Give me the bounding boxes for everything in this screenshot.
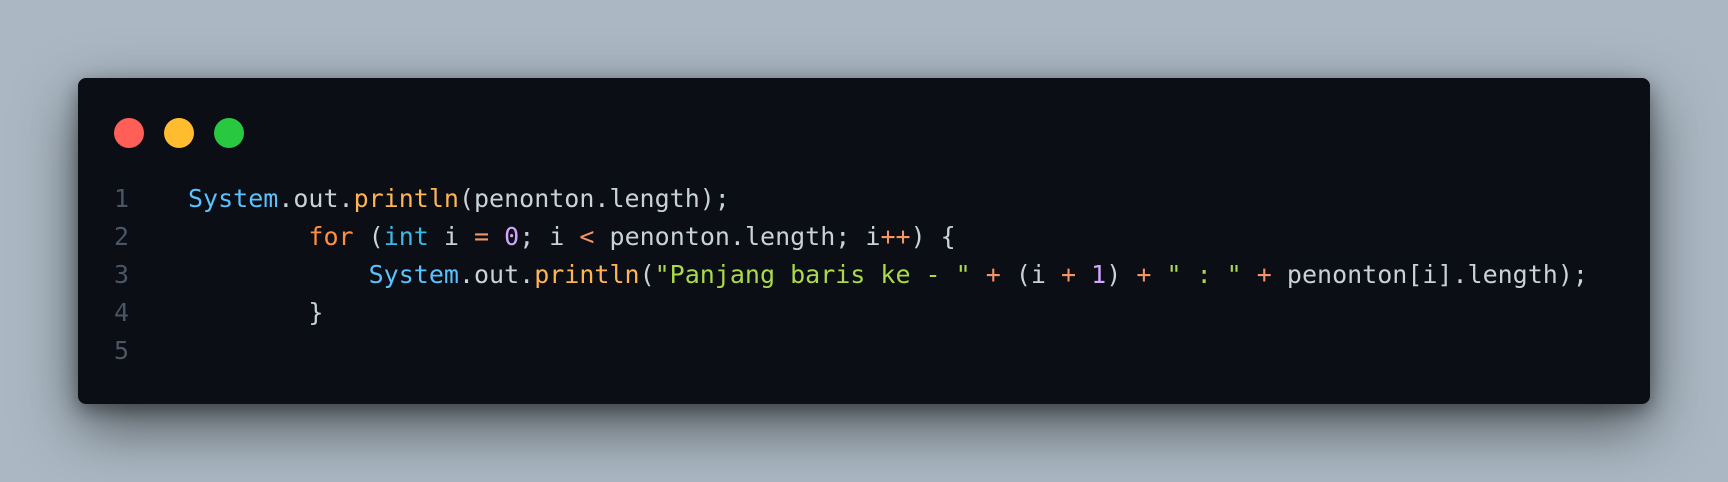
minimize-dot-icon[interactable] — [164, 118, 194, 148]
code-token: .out. — [458, 260, 535, 289]
line-number: 5 — [114, 336, 130, 365]
code-token: = — [474, 222, 490, 251]
line-code: System.out.println("Panjang baris ke - "… — [188, 256, 1588, 294]
code-token: + — [985, 260, 1001, 289]
code-line: 3 System.out.println("Panjang baris ke -… — [78, 256, 1650, 294]
code-line: 5 — [78, 332, 1650, 370]
code-token: ) — [1106, 260, 1137, 289]
code-token: ) { — [910, 222, 956, 251]
line-code: for (int i = 0; i < penonton.length; i++… — [188, 218, 956, 256]
code-token: i — [428, 222, 474, 251]
window-controls — [114, 118, 244, 148]
code-token: System — [368, 260, 459, 289]
code-token: (i — [1000, 260, 1062, 289]
code-token: 0 — [504, 222, 520, 251]
line-number: 1 — [114, 184, 130, 213]
code-token: .out. — [278, 184, 354, 213]
code-token: System — [188, 184, 279, 213]
code-token: "Panjang baris ke - " — [654, 260, 971, 289]
code-token: + — [1061, 260, 1077, 289]
code-token: penonton.length; i — [594, 222, 881, 251]
code-token: for — [308, 222, 354, 251]
maximize-dot-icon[interactable] — [214, 118, 244, 148]
code-token: ( — [639, 260, 655, 289]
code-token: println — [353, 184, 459, 213]
code-window: 1 System.out.println(penonton.length); 2 f… — [78, 78, 1650, 404]
code-token: 1 — [1091, 260, 1107, 289]
line-code: } — [188, 294, 323, 332]
code-token: ( — [353, 222, 384, 251]
code-token: penonton[i].length); — [1271, 260, 1588, 289]
line-number: 2 — [114, 222, 130, 251]
close-dot-icon[interactable] — [114, 118, 144, 148]
code-token: ++ — [880, 222, 911, 251]
code-line: 2 for (int i = 0; i < penonton.length; i… — [78, 218, 1650, 256]
code-block: 1 System.out.println(penonton.length); 2 f… — [78, 180, 1650, 370]
code-token: " : " — [1166, 260, 1242, 289]
code-token: ; i — [519, 222, 580, 251]
code-line: 1 System.out.println(penonton.length); — [78, 180, 1650, 218]
line-code: System.out.println(penonton.length); — [188, 180, 730, 218]
code-token: println — [534, 260, 640, 289]
code-token: int — [383, 222, 429, 251]
code-token: + — [1256, 260, 1272, 289]
line-number: 3 — [114, 260, 130, 289]
code-token: (penonton.length); — [458, 184, 730, 213]
code-token: + — [1136, 260, 1152, 289]
code-token: } — [188, 298, 324, 327]
line-number: 4 — [114, 298, 130, 327]
code-token: < — [579, 222, 595, 251]
code-line: 4 } — [78, 294, 1650, 332]
